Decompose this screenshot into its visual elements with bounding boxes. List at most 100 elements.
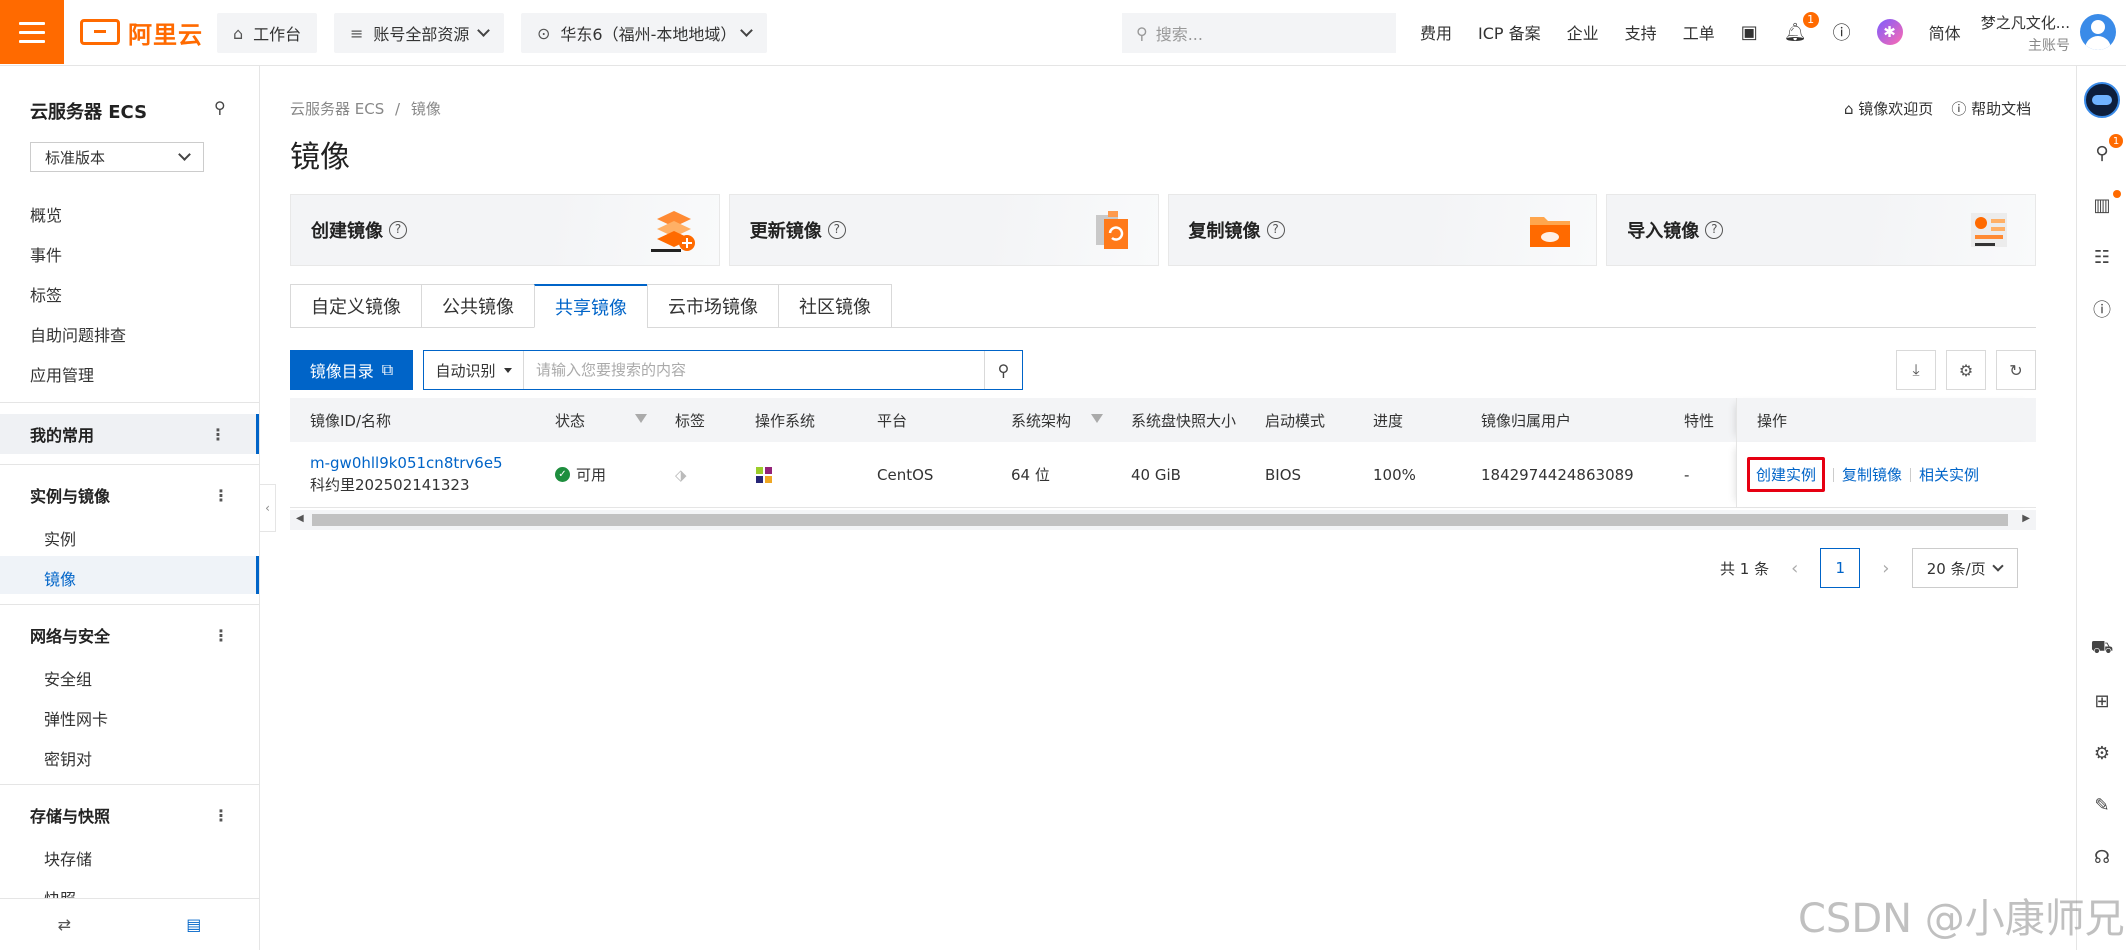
col-id-name: 镜像ID/名称	[310, 411, 392, 430]
copy-image-link[interactable]: 复制镜像	[1842, 464, 1902, 485]
help-icon[interactable]: ?	[389, 221, 407, 239]
help-icon[interactable]: ?	[1266, 221, 1285, 239]
table-header: 镜像ID/名称 状态 标签 操作系统 平台 系统架构 系统盘快照大小 启动模式 …	[290, 398, 2036, 442]
right-rail: ⚲ 1 ▥ ☷ ⓘ ⛟ ⊞ ⚙ ✎ ☊	[2076, 66, 2126, 950]
page-size-select[interactable]: 20 条/页	[1911, 548, 2018, 588]
language-switch[interactable]: 简体	[1929, 20, 1961, 44]
total-count: 共 1 条	[1720, 559, 1770, 578]
related-instances-link[interactable]: 相关实例	[1919, 464, 1979, 485]
page-number[interactable]: 1	[1820, 548, 1861, 588]
image-catalog-button[interactable]: 镜像目录 ⧉	[290, 350, 413, 390]
sidebar-group-instances-images[interactable]: 实例与镜像 ⋮	[0, 475, 259, 515]
sidebar-item-instances[interactable]: 实例	[44, 526, 76, 550]
gear-icon[interactable]: ⚙	[1946, 350, 1986, 390]
more-icon[interactable]: ⋮	[210, 425, 226, 444]
ai-assistant-icon[interactable]: ✱	[1876, 19, 1903, 45]
book-icon[interactable]: ▥	[2089, 192, 2115, 218]
region-dropdown[interactable]: ⊙ 华东6（福州-本地地域）	[521, 13, 767, 53]
headset-icon[interactable]: ☊	[2089, 844, 2115, 870]
refresh-icon[interactable]: ↻	[1996, 350, 2036, 390]
sidebar-group-network-security[interactable]: 网络与安全 ⋮	[0, 615, 259, 655]
link-icp[interactable]: ICP 备案	[1478, 20, 1541, 44]
prev-page-icon[interactable]: ‹	[1791, 558, 1798, 579]
create-image-card[interactable]: 创建镜像?	[290, 194, 720, 266]
search-icon[interactable]: ⚲	[984, 351, 1022, 389]
terminal-icon[interactable]: ▣	[1741, 22, 1758, 43]
version-select[interactable]: 标准版本	[30, 142, 204, 172]
tab-custom-images[interactable]: 自定义镜像	[290, 284, 421, 328]
create-instance-link[interactable]: 创建实例	[1747, 457, 1826, 492]
sidebar-item-security-groups[interactable]: 安全组	[44, 666, 92, 690]
gear-icon[interactable]: ⚙	[2089, 740, 2115, 766]
filter-icon[interactable]	[635, 414, 647, 423]
sidebar-item-key-pairs[interactable]: 密钥对	[44, 746, 92, 770]
help-icon[interactable]: ?	[1705, 221, 1724, 239]
update-image-card[interactable]: 更新镜像?	[728, 194, 1159, 266]
message-icon[interactable]: ▤	[186, 915, 201, 934]
sidebar-item-troubleshoot[interactable]: 自助问题排查	[30, 322, 126, 346]
scrollbar-thumb[interactable]	[312, 514, 2008, 526]
sidebar-group-favorites[interactable]: 我的常用 ⋮	[0, 414, 259, 454]
ai-robot-icon[interactable]	[2084, 82, 2120, 118]
horizontal-scrollbar[interactable]: ◀ ▶	[290, 510, 2036, 530]
sidebar-item-events[interactable]: 事件	[30, 242, 62, 266]
cart-icon[interactable]: ⛟	[2089, 636, 2115, 662]
more-icon[interactable]: ⋮	[213, 486, 229, 505]
copy-image-card[interactable]: 复制镜像?	[1167, 194, 1598, 266]
import-image-card[interactable]: 导入镜像?	[1606, 194, 2036, 266]
sidebar-collapse-handle[interactable]: ‹	[260, 484, 276, 532]
scroll-left-icon[interactable]: ◀	[296, 513, 304, 524]
col-status[interactable]: 状态	[535, 398, 655, 442]
more-icon[interactable]: ⋮	[213, 626, 229, 645]
sidebar-search-icon[interactable]: ⚲	[214, 98, 226, 117]
tag-icon[interactable]: ⬗	[675, 466, 687, 484]
menu-icon[interactable]	[0, 0, 64, 64]
folder-cloud-icon	[1530, 217, 1571, 247]
sidebar-item-eni[interactable]: 弹性网卡	[44, 706, 108, 730]
help-icon[interactable]: ⓘ	[1833, 19, 1851, 45]
group-label: 存储与快照	[30, 807, 111, 826]
sidebar-item-images[interactable]: 镜像	[44, 566, 76, 590]
bell-icon[interactable]: 🔔︎ 1	[1784, 11, 1819, 43]
search-input[interactable]	[524, 351, 984, 389]
switch-icon[interactable]: ⇄	[58, 915, 71, 934]
tab-marketplace-images[interactable]: 云市场镜像	[647, 284, 778, 328]
action-cards: 创建镜像? 更新镜像? 复制镜像? 导入镜像?	[290, 194, 2036, 266]
edit-icon[interactable]: ✎	[2089, 792, 2115, 818]
breadcrumb-separator: /	[395, 100, 401, 118]
avatar[interactable]	[2080, 14, 2116, 50]
next-page-icon[interactable]: ›	[1882, 558, 1889, 579]
sidebar-item-app-management[interactable]: 应用管理	[30, 362, 94, 386]
scroll-right-icon[interactable]: ▶	[2022, 513, 2030, 524]
link-enterprise[interactable]: 企业	[1567, 20, 1599, 44]
resource-scope-dropdown[interactable]: ≡ 账号全部资源	[334, 13, 505, 53]
sidebar-item-overview[interactable]: 概览	[30, 202, 62, 226]
help-icon[interactable]: ?	[827, 221, 846, 239]
cost-icon[interactable]: ⊞	[2089, 688, 2115, 714]
link-support[interactable]: 支持	[1625, 20, 1657, 44]
col-arch[interactable]: 系统架构	[991, 398, 1111, 442]
download-icon[interactable]: ⤓	[1896, 350, 1936, 390]
search-type-select[interactable]: 自动识别	[424, 351, 524, 389]
link-ticket[interactable]: 工单	[1683, 20, 1715, 44]
sidebar-group-storage-snapshots[interactable]: 存储与快照 ⋮	[0, 795, 259, 835]
account-menu[interactable]: 梦之凡文化... 主账号	[1966, 12, 2070, 55]
link-billing[interactable]: 费用	[1420, 20, 1452, 44]
workbench-button[interactable]: ⌂ 工作台	[217, 13, 318, 53]
tab-community-images[interactable]: 社区镜像	[778, 284, 892, 328]
sidebar-item-snapshots[interactable]: 快照	[44, 886, 76, 898]
sidebar-item-tags[interactable]: 标签	[30, 282, 62, 306]
more-icon[interactable]: ⋮	[213, 806, 229, 825]
image-welcome-link[interactable]: ⌂ 镜像欢迎页	[1844, 98, 1933, 119]
tab-public-images[interactable]: 公共镜像	[421, 284, 534, 328]
breadcrumb-parent[interactable]: 云服务器 ECS	[290, 100, 384, 118]
filter-icon[interactable]	[1091, 414, 1103, 423]
aliyun-logo[interactable]: 阿里云	[80, 14, 203, 50]
tab-shared-images[interactable]: 共享镜像	[534, 284, 647, 328]
global-search-input[interactable]: ⚲ 搜索...	[1122, 13, 1396, 53]
help-docs-link[interactable]: ⓘ 帮助文档	[1951, 98, 2031, 119]
checklist-icon[interactable]: ☷	[2089, 244, 2115, 270]
image-id-link[interactable]: m-gw0hll9k051cn8trv6e5	[310, 454, 503, 472]
help-icon[interactable]: ⓘ	[2089, 296, 2115, 322]
sidebar-item-block-storage[interactable]: 块存储	[44, 846, 92, 870]
